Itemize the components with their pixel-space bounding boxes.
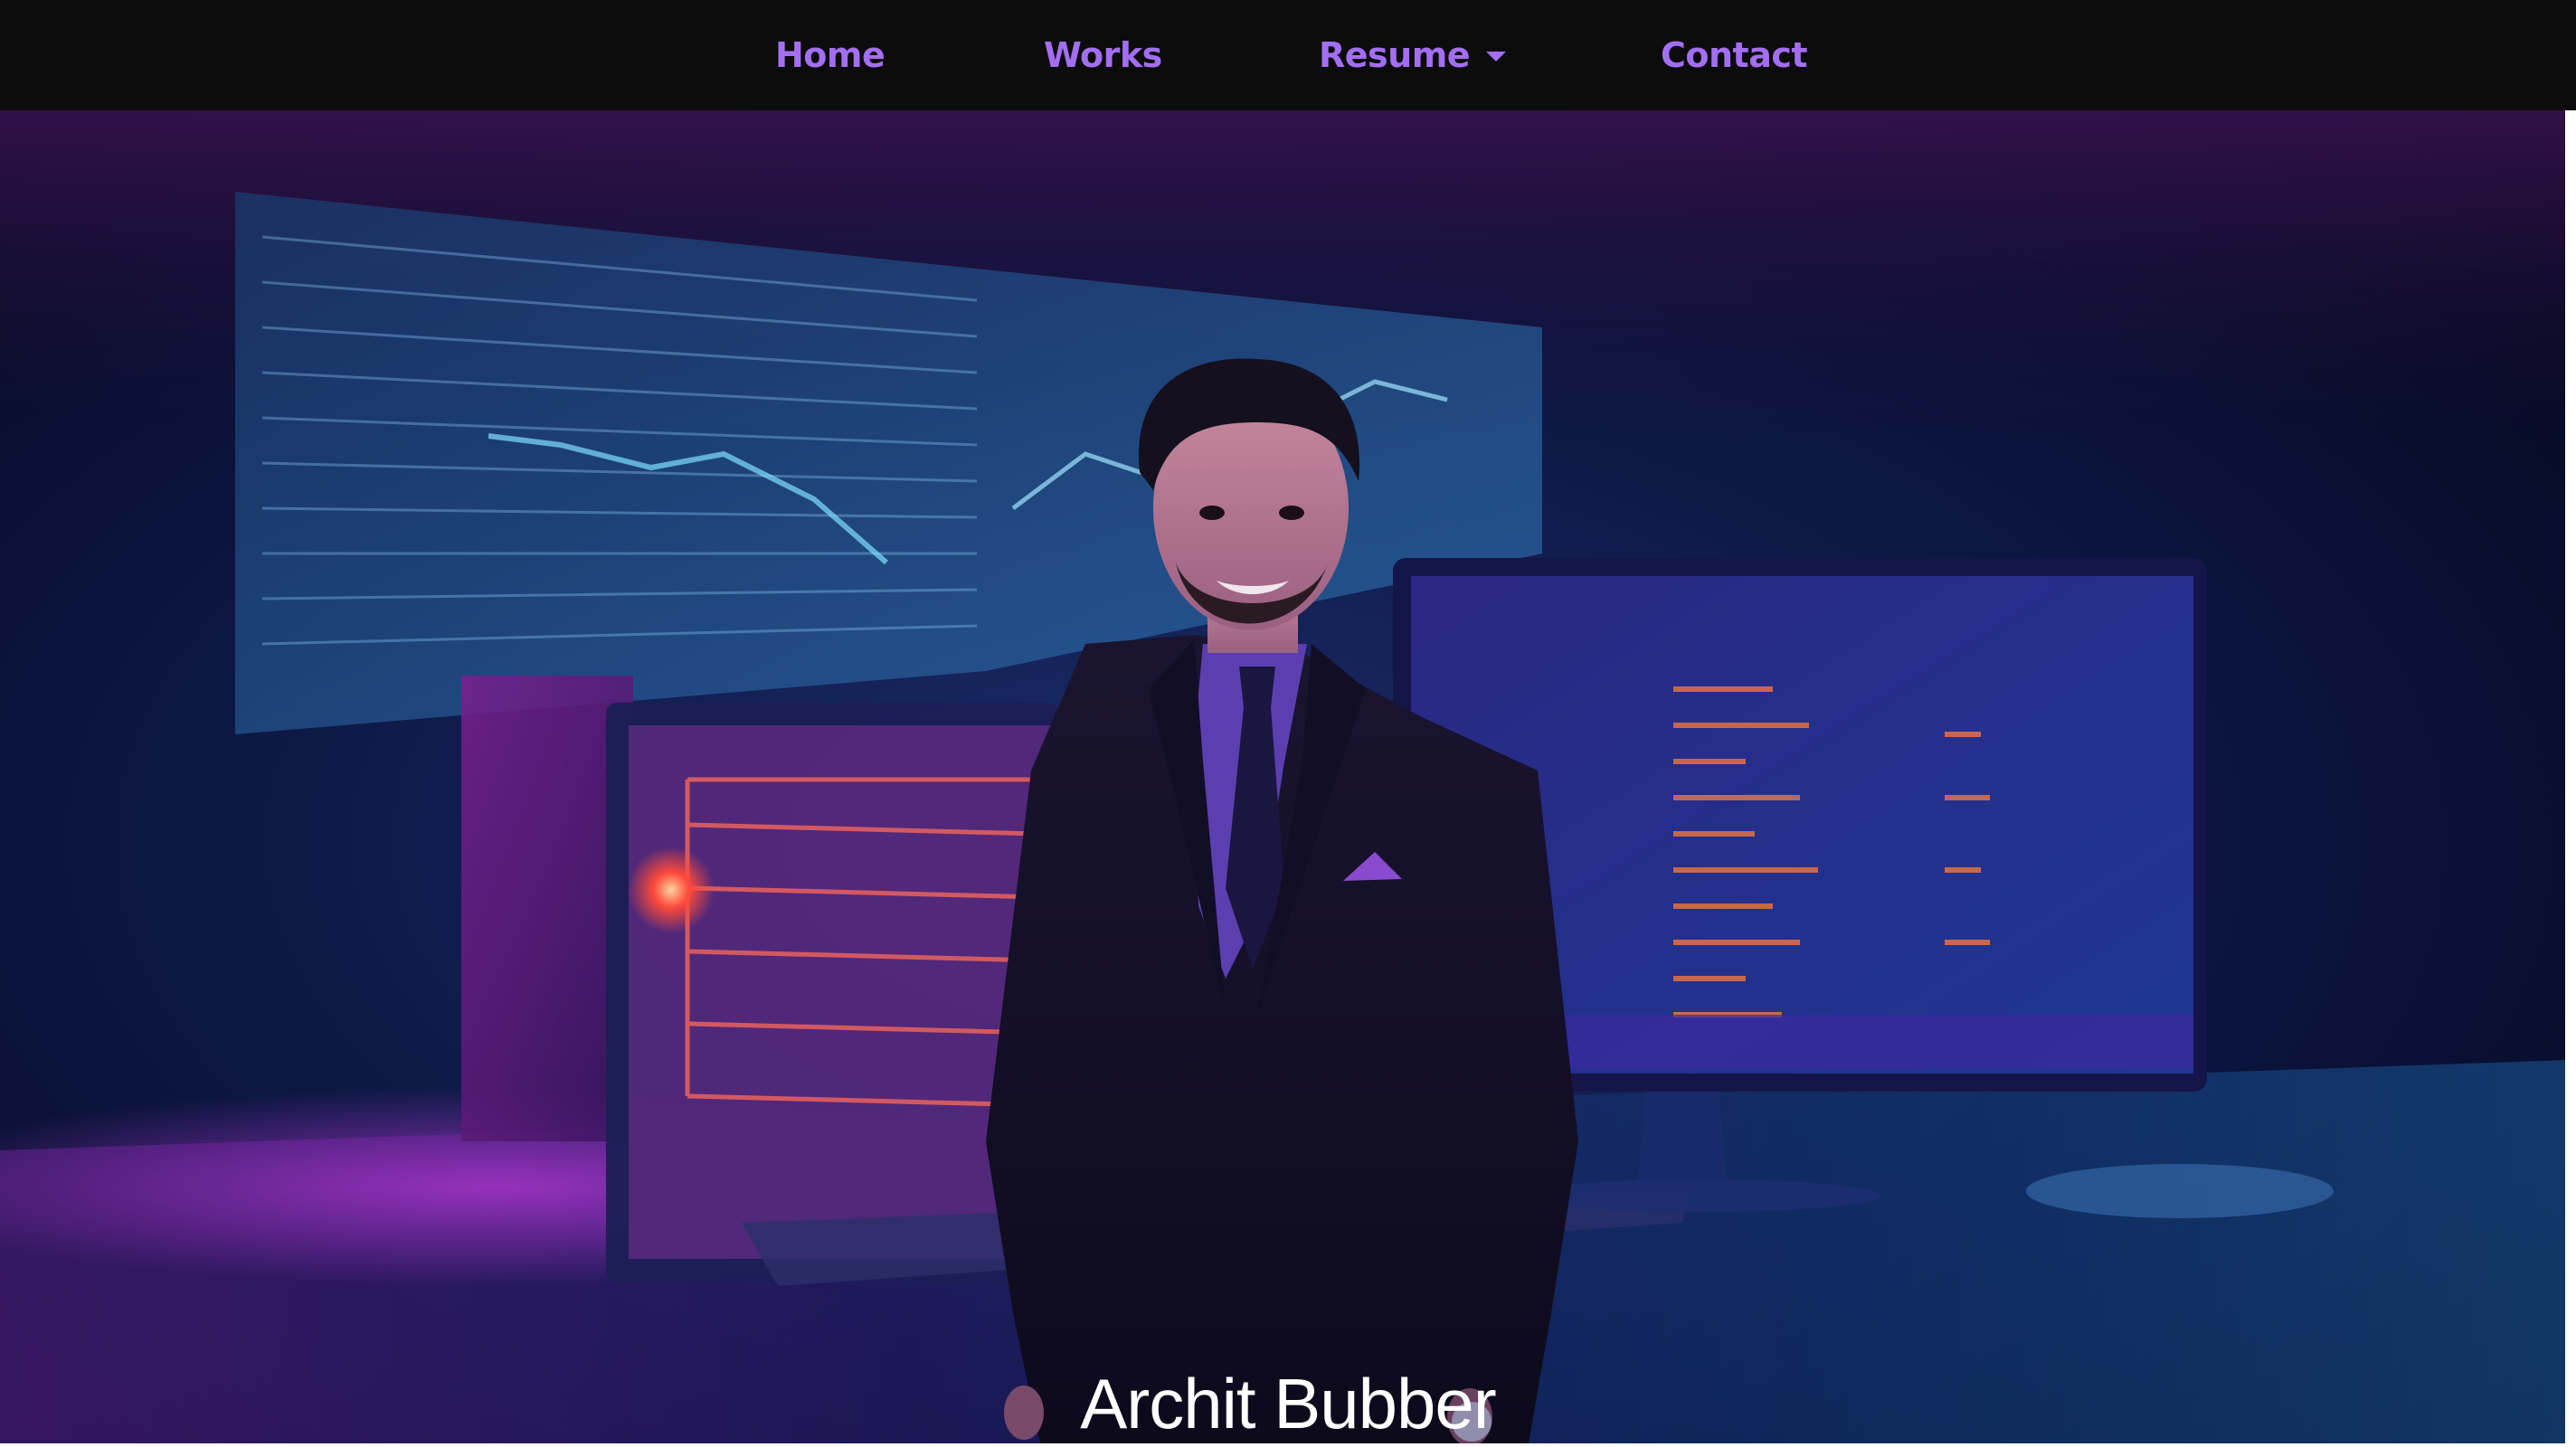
nav-resume-label: Resume	[1319, 35, 1471, 75]
hero-name: Archit Bubber	[0, 1358, 2569, 1443]
hero-section: Archit Bubber	[0, 110, 2569, 1443]
chevron-down-icon	[1486, 51, 1507, 61]
nav-contact-link[interactable]: Contact	[1661, 0, 1808, 110]
hero-background-image	[0, 110, 2569, 1443]
nav-resume-dropdown[interactable]: Resume	[1319, 0, 1507, 110]
nav-works-label: Works	[1044, 35, 1162, 75]
hero-name-text: Archit Bubber	[1080, 1364, 1497, 1443]
nav-home-label: Home	[775, 35, 886, 75]
nav-works-link[interactable]: Works	[1044, 0, 1162, 110]
nav-contact-label: Contact	[1661, 35, 1808, 75]
top-navbar: Home Works Resume Contact	[0, 0, 2576, 110]
nav-home-link[interactable]: Home	[775, 0, 886, 110]
